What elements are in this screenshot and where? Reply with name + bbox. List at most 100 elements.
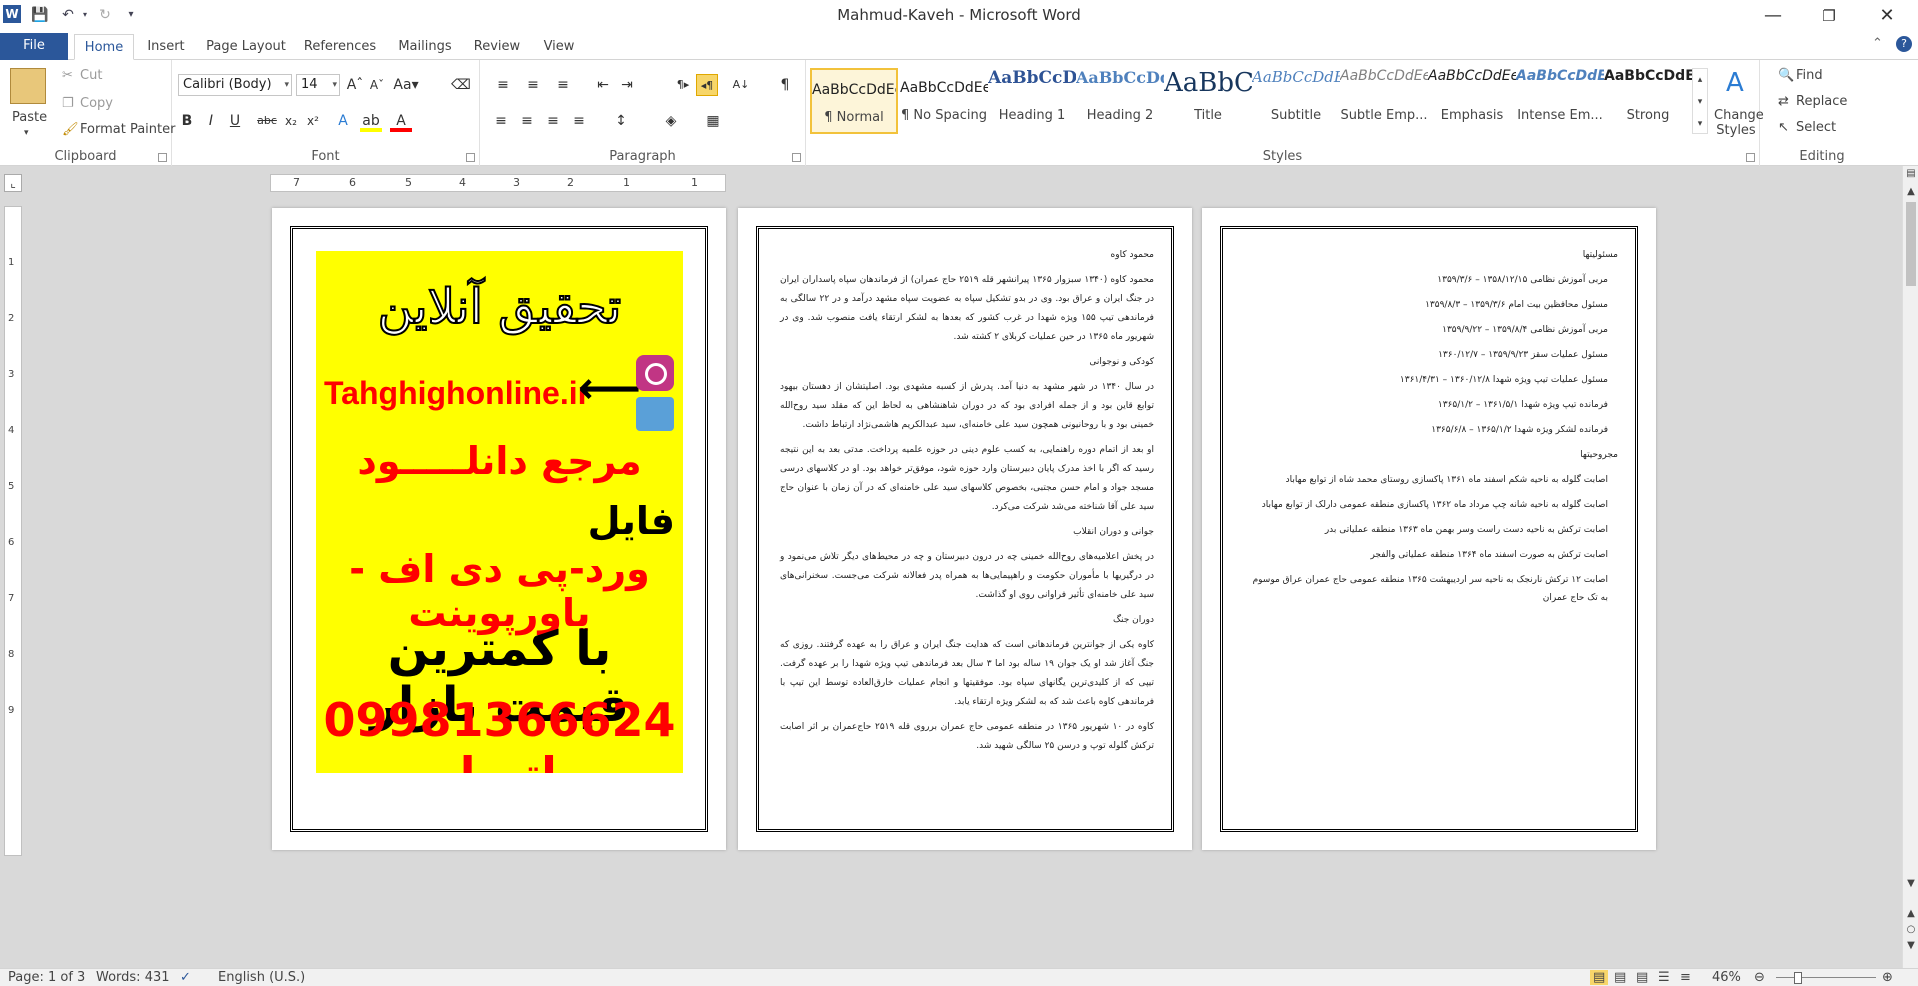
draft-icon[interactable]: ≡ <box>1680 970 1691 985</box>
copy-icon[interactable]: ❐ <box>62 96 74 111</box>
zoom-slider-thumb[interactable] <box>1794 972 1802 984</box>
replace-button[interactable]: Replace <box>1796 94 1847 109</box>
zoom-out-icon[interactable]: ⊖ <box>1754 970 1765 985</box>
restore-icon[interactable]: ❐ <box>1806 0 1852 32</box>
full-screen-reading-icon[interactable]: ▤ <box>1614 970 1626 985</box>
zoom-in-icon[interactable]: ⊕ <box>1882 970 1893 985</box>
style-normal[interactable]: AaBbCcDdEe ¶ Normal <box>810 68 898 134</box>
ruler-toggle-icon[interactable]: ▤ <box>1903 168 1918 179</box>
format-painter-icon[interactable]: 🖌 <box>62 122 79 137</box>
page-2[interactable]: محمود کاوه محمود کاوه (۱۳۴۰ سبزوار ۱۳۶۵ … <box>738 208 1192 850</box>
tab-view[interactable]: View <box>536 34 582 60</box>
style-heading-1[interactable]: AaBbCcDdEe Heading 1 <box>988 68 1076 134</box>
replace-icon[interactable]: ⇄ <box>1778 94 1789 109</box>
font-name-combo[interactable]: Calibri (Body) ▾ <box>178 74 292 96</box>
justify-icon[interactable]: ≡ <box>568 110 590 132</box>
page-1[interactable]: تحقیق آنلاین Tahghighonline.ir ⟵ مرجع دا… <box>272 208 726 850</box>
browse-object-icon[interactable]: ○ <box>1903 924 1918 935</box>
increase-indent-icon[interactable]: ⇥ <box>616 74 638 96</box>
tab-page-layout[interactable]: Page Layout <box>204 34 288 60</box>
next-page-icon[interactable]: ▼ <box>1903 940 1918 951</box>
tab-review[interactable]: Review <box>470 34 524 60</box>
bold-icon[interactable]: B <box>176 110 198 132</box>
font-color-icon[interactable]: A <box>390 110 412 132</box>
highlight-icon[interactable]: ab <box>360 110 382 132</box>
borders-icon[interactable]: ▦ <box>702 110 724 132</box>
vertical-scrollbar[interactable]: ▤ ▲ ▼ ▲ ○ ▼ <box>1902 166 1918 968</box>
cut-icon[interactable]: ✂ <box>62 68 73 83</box>
vertical-ruler[interactable]: 1 2 3 4 5 6 7 8 9 <box>4 206 22 856</box>
show-hide-icon[interactable]: ¶ <box>774 74 796 96</box>
copy-button[interactable]: Copy <box>80 96 113 111</box>
find-icon[interactable]: 🔍 <box>1778 68 1794 83</box>
format-painter-button[interactable]: Format Painter <box>80 122 175 137</box>
print-layout-icon[interactable]: ▤ <box>1590 970 1609 985</box>
web-layout-icon[interactable]: ▤ <box>1636 970 1648 985</box>
grow-font-icon[interactable]: Aˆ <box>344 74 366 96</box>
font-launcher-icon[interactable] <box>466 153 475 162</box>
line-spacing-icon[interactable]: ↕ <box>610 110 632 132</box>
scroll-up-icon[interactable]: ▲ <box>1903 186 1918 197</box>
paste-button[interactable]: Paste <box>12 110 47 125</box>
shrink-font-icon[interactable]: Aˇ <box>366 74 388 96</box>
collapse-ribbon-icon[interactable]: ⌃ <box>1872 36 1883 51</box>
outline-icon[interactable]: ☰ <box>1658 970 1670 985</box>
style-heading-2[interactable]: AaBbCcDdEe Heading 2 <box>1076 68 1164 134</box>
zoom-slider[interactable] <box>1776 977 1876 978</box>
close-icon[interactable]: ✕ <box>1864 0 1910 32</box>
change-styles-button[interactable]: Change Styles <box>1714 108 1764 138</box>
decrease-indent-icon[interactable]: ⇤ <box>592 74 614 96</box>
align-center-icon[interactable]: ≡ <box>516 110 538 132</box>
clipboard-launcher-icon[interactable] <box>158 153 167 162</box>
help-icon[interactable]: ? <box>1896 36 1912 52</box>
zoom-level[interactable]: 46% <box>1712 970 1741 985</box>
styles-scroll-icon[interactable]: ▴ ▾ ▾ <box>1692 68 1708 134</box>
numbering-icon[interactable]: ≡ <box>522 74 544 96</box>
page-count[interactable]: Page: 1 of 3 <box>8 970 85 985</box>
font-size-combo[interactable]: 14 ▾ <box>296 74 340 96</box>
ltr-icon[interactable]: ¶▸ <box>672 74 694 96</box>
proofing-icon[interactable]: ✓ <box>180 970 191 985</box>
strikethrough-icon[interactable]: abc <box>256 110 278 132</box>
subscript-icon[interactable]: x₂ <box>280 110 302 132</box>
horizontal-ruler[interactable]: 7 6 5 4 3 2 1 1 <box>270 174 726 192</box>
language[interactable]: English (U.S.) <box>218 970 305 985</box>
paste-dropdown-icon[interactable]: ▾ <box>24 128 29 138</box>
select-button[interactable]: Select <box>1796 120 1836 135</box>
styles-launcher-icon[interactable] <box>1746 153 1755 162</box>
text-effects-icon[interactable]: A <box>332 110 354 132</box>
page-3[interactable]: مسئولیتها مربی آموزش نظامی ۱۳۵۸/۱۲/۱۵ – … <box>1202 208 1656 850</box>
bullets-icon[interactable]: ≡ <box>492 74 514 96</box>
shading-icon[interactable]: ◈ <box>660 110 682 132</box>
tab-selector-icon[interactable]: ⌞ <box>4 174 22 192</box>
cut-button[interactable]: Cut <box>80 68 102 83</box>
tab-home[interactable]: Home <box>74 34 134 60</box>
paragraph-launcher-icon[interactable] <box>792 153 801 162</box>
superscript-icon[interactable]: x² <box>302 110 324 132</box>
style-title[interactable]: AaBbCcDdEe Title <box>1164 68 1252 134</box>
scroll-thumb[interactable] <box>1906 202 1916 286</box>
multilevel-list-icon[interactable]: ≡ <box>552 74 574 96</box>
change-styles-icon[interactable]: A <box>1726 68 1744 98</box>
style-emphasis[interactable]: AaBbCcDdEe Emphasis <box>1428 68 1516 134</box>
tab-file[interactable]: File <box>0 33 68 60</box>
tab-insert[interactable]: Insert <box>140 34 192 60</box>
scroll-down-icon[interactable]: ▼ <box>1903 878 1918 889</box>
italic-icon[interactable]: I <box>200 110 222 132</box>
tab-mailings[interactable]: Mailings <box>392 34 458 60</box>
rtl-icon[interactable]: ◂¶ <box>696 74 718 96</box>
find-button[interactable]: Find <box>1796 68 1823 83</box>
style-strong[interactable]: AaBbCcDdEe Strong <box>1604 68 1692 134</box>
style-intense-emphasis[interactable]: AaBbCcDdEe Intense Em... <box>1516 68 1604 134</box>
align-right-icon[interactable]: ≡ <box>542 110 564 132</box>
align-left-icon[interactable]: ≡ <box>490 110 512 132</box>
underline-icon[interactable]: U <box>224 110 246 132</box>
tab-references[interactable]: References <box>302 34 378 60</box>
style-subtle-emphasis[interactable]: AaBbCcDdEe Subtle Emp... <box>1340 68 1428 134</box>
clear-formatting-icon[interactable]: ⌫ <box>450 74 472 96</box>
sort-icon[interactable]: A↓ <box>730 74 752 96</box>
style-subtitle[interactable]: AaBbCcDdEe Subtitle <box>1252 68 1340 134</box>
minimize-icon[interactable]: — <box>1750 0 1796 32</box>
previous-page-icon[interactable]: ▲ <box>1903 908 1918 919</box>
word-count[interactable]: Words: 431 <box>96 970 170 985</box>
